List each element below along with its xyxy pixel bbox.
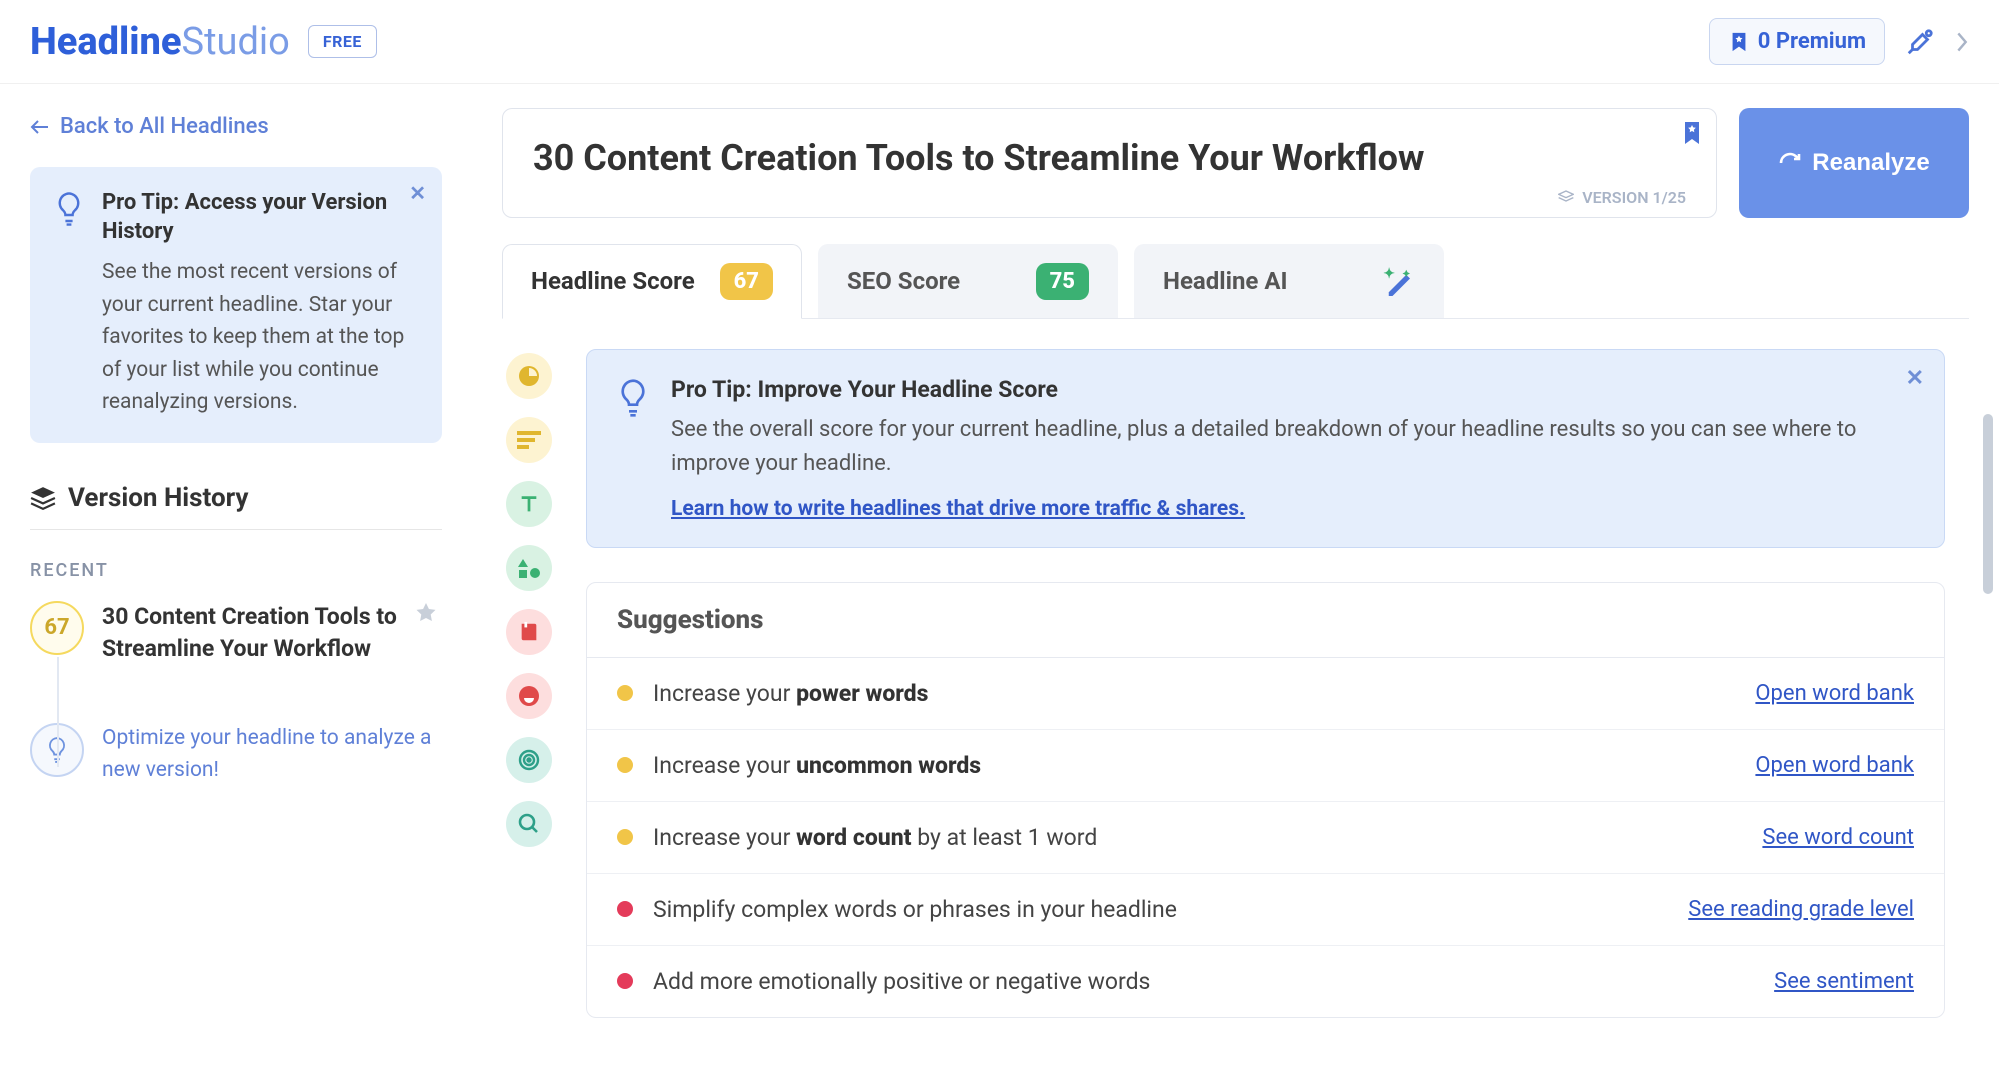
premium-button[interactable]: 0 Premium xyxy=(1709,18,1885,65)
suggestions-heading: Suggestions xyxy=(587,583,1944,658)
tab-headline-score[interactable]: Headline Score 67 xyxy=(502,244,802,319)
divider xyxy=(30,529,442,530)
tabs: Headline Score 67 SEO Score 75 Headline … xyxy=(502,244,1969,319)
history-item[interactable]: 67 30 Content Creation Tools to Streamli… xyxy=(30,601,442,665)
bookmark-icon[interactable] xyxy=(1682,121,1702,145)
main-pro-tip: Pro Tip: Improve Your Headline Score See… xyxy=(586,349,1945,548)
sidebar: Back to All Headlines Pro Tip: Access yo… xyxy=(0,84,472,1070)
tab-label: SEO Score xyxy=(847,267,960,295)
suggestion-row: Add more emotionally positive or negativ… xyxy=(587,946,1944,1017)
optimize-prompt-row: Optimize your headline to analyze a new … xyxy=(30,723,442,786)
chart-pie-icon[interactable] xyxy=(506,353,552,399)
metric-icon-rail xyxy=(506,349,558,1070)
sidebar-tip-body: See the most recent versions of your cur… xyxy=(102,256,418,419)
reanalyze-button[interactable]: Reanalyze xyxy=(1739,108,1969,218)
tab-headline-ai[interactable]: Headline AI ✦ xyxy=(1134,244,1444,318)
letter-t-icon[interactable] xyxy=(506,481,552,527)
suggestion-row: Increase your uncommon wordsOpen word ba… xyxy=(587,730,1944,802)
timeline-line xyxy=(57,657,59,767)
suggestion-link[interactable]: See word count xyxy=(1762,825,1914,850)
app-logo: HeadlineStudio xyxy=(30,20,290,64)
face-icon[interactable] xyxy=(506,673,552,719)
suggestion-link[interactable]: See sentiment xyxy=(1774,969,1914,994)
reload-icon xyxy=(1778,151,1802,175)
star-icon[interactable] xyxy=(414,601,438,625)
book-icon[interactable] xyxy=(506,609,552,655)
sidebar-tip-title: Pro Tip: Access your Version History xyxy=(102,189,418,246)
wand-icon xyxy=(1385,266,1415,296)
tab-label: Headline Score xyxy=(531,267,695,295)
optimize-prompt-text[interactable]: Optimize your headline to analyze a new … xyxy=(102,723,442,786)
close-icon[interactable]: ✕ xyxy=(409,181,426,205)
severity-dot xyxy=(617,757,633,773)
main-tip-link[interactable]: Learn how to write headlines that drive … xyxy=(671,497,1245,521)
severity-dot xyxy=(617,685,633,701)
lightbulb-icon xyxy=(617,378,649,521)
severity-dot xyxy=(617,973,633,989)
search-icon[interactable] xyxy=(506,801,552,847)
suggestion-text: Increase your power words xyxy=(653,680,1755,707)
lightbulb-icon xyxy=(54,191,84,419)
suggestion-row: Increase your word count by at least 1 w… xyxy=(587,802,1944,874)
headline-score-pill: 67 xyxy=(720,263,773,300)
seo-score-pill: 75 xyxy=(1036,263,1089,300)
tab-label: Headline AI xyxy=(1163,267,1288,295)
history-item-title: 30 Content Creation Tools to Streamline … xyxy=(102,601,442,665)
tools-icon[interactable] xyxy=(1905,27,1935,57)
recent-label: RECENT xyxy=(30,560,442,581)
logo-light: Studio xyxy=(182,20,290,64)
suggestions-card: Suggestions Increase your power wordsOpe… xyxy=(586,582,1945,1018)
version-history-label: Version History xyxy=(68,483,249,513)
stack-icon xyxy=(30,486,56,510)
main-panel: 30 Content Creation Tools to Streamline … xyxy=(472,84,1999,1070)
shapes-icon[interactable] xyxy=(506,545,552,591)
severity-dot xyxy=(617,829,633,845)
severity-dot xyxy=(617,901,633,917)
sidebar-pro-tip: Pro Tip: Access your Version History See… xyxy=(30,167,442,443)
version-history-heading: Version History xyxy=(30,483,442,513)
arrow-left-icon xyxy=(30,119,50,135)
bookmark-star-icon xyxy=(1728,31,1750,53)
suggestion-link[interactable]: See reading grade level xyxy=(1688,897,1914,922)
main-tip-body: See the overall score for your current h… xyxy=(671,413,1914,481)
headline-text: 30 Content Creation Tools to Streamline … xyxy=(533,135,1686,182)
app-header: HeadlineStudio FREE 0 Premium xyxy=(0,0,1999,84)
logo-bold: Headline xyxy=(30,20,182,64)
suggestions-list: Increase your power wordsOpen word bankI… xyxy=(587,658,1944,1017)
headline-input-card[interactable]: 30 Content Creation Tools to Streamline … xyxy=(502,108,1717,218)
suggestion-link[interactable]: Open word bank xyxy=(1755,681,1914,706)
close-icon[interactable]: ✕ xyxy=(1906,366,1924,391)
main-tip-title: Pro Tip: Improve Your Headline Score xyxy=(671,376,1914,403)
chevron-right-icon[interactable] xyxy=(1955,31,1969,53)
tab-seo-score[interactable]: SEO Score 75 xyxy=(818,244,1118,318)
reanalyze-label: Reanalyze xyxy=(1812,149,1929,177)
version-label: VERSION 1/25 xyxy=(1582,188,1686,207)
scrollbar-thumb[interactable] xyxy=(1983,414,1993,594)
suggestion-text: Increase your uncommon words xyxy=(653,752,1755,779)
history-score-badge: 67 xyxy=(30,601,84,655)
bars-icon[interactable] xyxy=(506,417,552,463)
suggestion-link[interactable]: Open word bank xyxy=(1755,753,1914,778)
suggestion-text: Increase your word count by at least 1 w… xyxy=(653,824,1762,851)
premium-label: 0 Premium xyxy=(1758,29,1866,54)
suggestion-text: Add more emotionally positive or negativ… xyxy=(653,968,1774,995)
suggestion-row: Simplify complex words or phrases in you… xyxy=(587,874,1944,946)
main-content-column: Pro Tip: Improve Your Headline Score See… xyxy=(586,349,1965,1070)
suggestion-row: Increase your power wordsOpen word bank xyxy=(587,658,1944,730)
back-link[interactable]: Back to All Headlines xyxy=(30,114,442,139)
layers-icon xyxy=(1558,190,1574,204)
version-info: VERSION 1/25 xyxy=(533,188,1686,207)
plan-badge-free: FREE xyxy=(308,25,377,58)
target-icon[interactable] xyxy=(506,737,552,783)
back-label: Back to All Headlines xyxy=(60,114,269,139)
suggestion-text: Simplify complex words or phrases in you… xyxy=(653,896,1688,923)
